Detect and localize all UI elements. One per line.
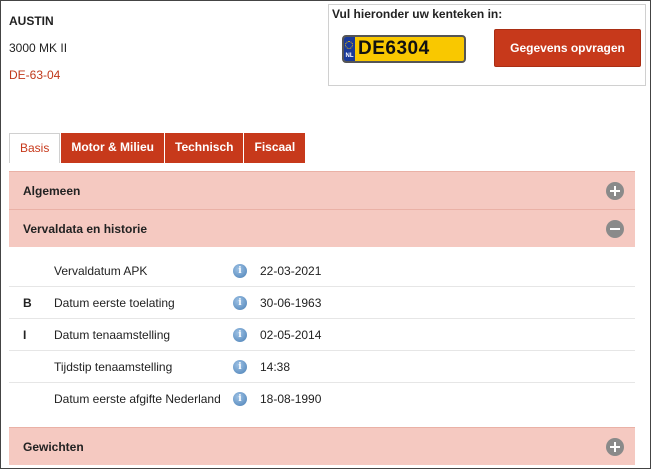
plus-circle-icon[interactable] xyxy=(606,182,624,200)
eu-stars-icon xyxy=(345,41,353,49)
row-label: Vervaldatum APK xyxy=(54,264,148,278)
section-gewichten-title: Gewichten xyxy=(23,439,84,454)
plate-lookup-box: Vul hieronder uw kenteken in: NL DE6304 … xyxy=(328,4,646,86)
minus-circle-icon[interactable] xyxy=(606,220,624,238)
plate-lookup-label: Vul hieronder uw kenteken in: xyxy=(332,7,503,21)
info-icon[interactable]: i xyxy=(233,264,247,278)
vehicle-make: AUSTIN xyxy=(9,14,54,28)
plate-input[interactable]: NL DE6304 xyxy=(342,35,466,63)
row-code: B xyxy=(23,296,32,310)
section-gewichten[interactable]: Gewichten xyxy=(9,427,635,465)
eu-flag-icon: NL xyxy=(344,37,355,61)
request-data-button[interactable]: Gegevens opvragen xyxy=(494,29,641,67)
section-vervaldata-title: Vervaldata en historie xyxy=(23,221,148,236)
tab-fiscaal[interactable]: Fiscaal xyxy=(244,133,306,163)
row-value: 02-05-2014 xyxy=(260,328,322,342)
row-label: Datum tenaamstelling xyxy=(54,328,171,342)
vervaldata-table: Vervaldatum APK i 22-03-2021 B Datum eer… xyxy=(9,255,635,415)
info-icon[interactable]: i xyxy=(233,360,247,374)
info-icon[interactable]: i xyxy=(233,328,247,342)
row-value: 18-08-1990 xyxy=(260,392,322,406)
row-code: I xyxy=(23,328,27,342)
table-row: B Datum eerste toelating i 30-06-1963 xyxy=(9,287,635,319)
row-label: Datum eerste toelating xyxy=(54,296,175,310)
table-row: Vervaldatum APK i 22-03-2021 xyxy=(9,255,635,287)
tab-basis[interactable]: Basis xyxy=(9,133,61,163)
row-label: Datum eerste afgifte Nederland xyxy=(54,392,221,406)
table-row: Tijdstip tenaamstelling i 14:38 xyxy=(9,351,635,383)
tab-technisch[interactable]: Technisch xyxy=(165,133,244,163)
vehicle-plate: DE-63-04 xyxy=(9,68,61,82)
table-row: Datum eerste afgifte Nederland i 18-08-1… xyxy=(9,383,635,415)
vehicle-summary: AUSTIN 3000 MK II DE-63-04 xyxy=(9,12,67,84)
plate-country-code: NL xyxy=(345,53,354,59)
info-icon[interactable]: i xyxy=(233,296,247,310)
tab-bar: Basis Motor & Milieu Technisch Fiscaal xyxy=(9,133,306,163)
info-icon[interactable]: i xyxy=(233,392,247,406)
row-value: 30-06-1963 xyxy=(260,296,322,310)
row-value: 14:38 xyxy=(260,360,291,374)
table-row: I Datum tenaamstelling i 02-05-2014 xyxy=(9,319,635,351)
section-vervaldata[interactable]: Vervaldata en historie xyxy=(9,209,635,247)
section-algemeen-title: Algemeen xyxy=(23,183,81,198)
tab-motor-milieu[interactable]: Motor & Milieu xyxy=(61,133,165,163)
row-value: 22-03-2021 xyxy=(260,264,322,278)
vehicle-model: 3000 MK II xyxy=(9,41,68,55)
plate-input-value[interactable]: DE6304 xyxy=(355,37,464,61)
plus-circle-icon[interactable] xyxy=(606,438,624,456)
row-label: Tijdstip tenaamstelling xyxy=(54,360,173,374)
section-algemeen[interactable]: Algemeen xyxy=(9,171,635,209)
